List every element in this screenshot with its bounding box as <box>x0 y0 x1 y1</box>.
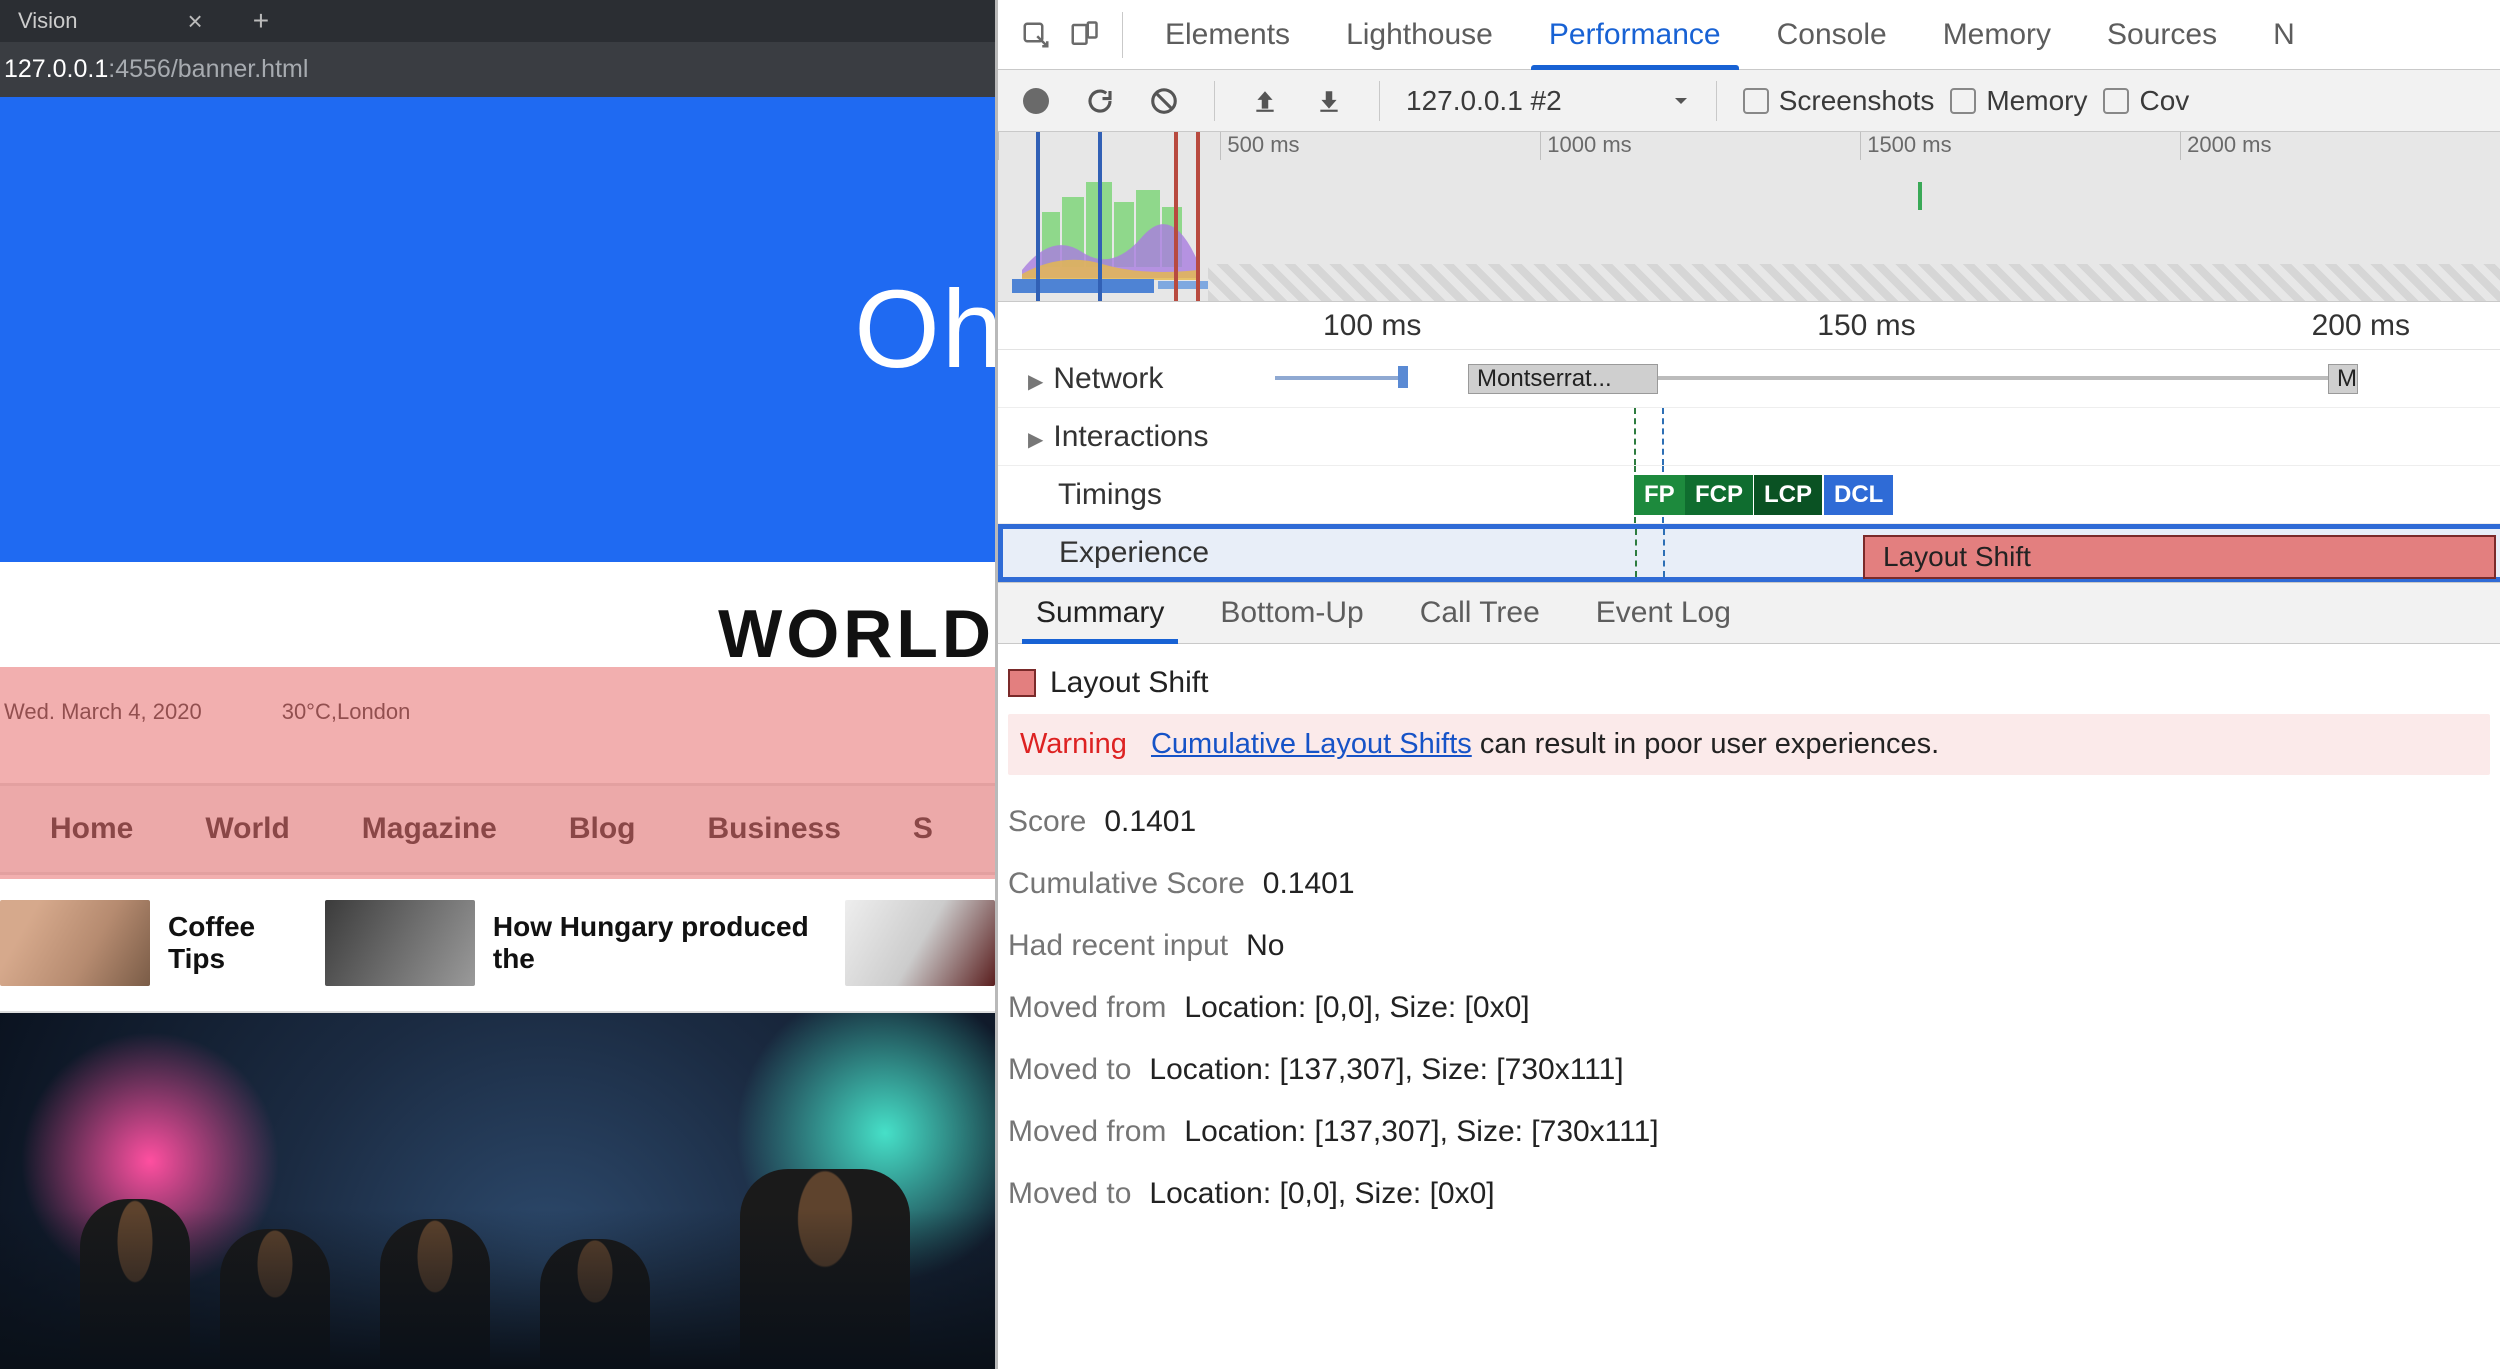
inspect-element-icon[interactable] <box>1012 11 1060 59</box>
tab-title: Vision <box>18 8 78 34</box>
address-bar[interactable]: 127.0.0.1:4556/banner.html <box>0 42 995 97</box>
page-banner: Oh <box>0 97 995 562</box>
nav-blog[interactable]: Blog <box>569 812 636 846</box>
record-icon[interactable] <box>1012 77 1060 125</box>
summary-panel: Layout Shift Warning Cumulative Layout S… <box>998 644 2500 1225</box>
tab-lighthouse[interactable]: Lighthouse <box>1318 0 1521 69</box>
download-profile-icon[interactable] <box>1305 77 1353 125</box>
screenshots-checkbox[interactable]: Screenshots <box>1743 85 1935 117</box>
timing-dcl[interactable]: DCL <box>1824 475 1893 515</box>
network-span-m[interactable]: M <box>2328 364 2358 394</box>
featured-thumb[interactable] <box>325 900 475 986</box>
tab-more[interactable]: N <box>2245 0 2323 69</box>
featured-row: Coffee Tips How Hungary produced the <box>0 875 995 1013</box>
perf-toolbar: 127.0.0.1 #2 Screenshots Memory Cov <box>998 70 2500 132</box>
tab-console[interactable]: Console <box>1749 0 1915 69</box>
url-path: :4556/banner.html <box>108 55 308 84</box>
nav-magazine[interactable]: Magazine <box>362 812 497 846</box>
cls-warning: Warning Cumulative Layout Shifts can res… <box>1008 714 2490 775</box>
layout-shift-swatch-icon <box>1008 669 1036 697</box>
browser-pane: Vision × + 127.0.0.1:4556/banner.html Oh… <box>0 0 995 1369</box>
sub-tab-eventlog[interactable]: Event Log <box>1568 583 1759 643</box>
close-tab-icon[interactable]: × <box>188 6 203 37</box>
tab-performance[interactable]: Performance <box>1521 0 1749 69</box>
devtools-pane: Elements Lighthouse Performance Console … <box>995 0 2500 1369</box>
reload-record-icon[interactable] <box>1076 77 1124 125</box>
sub-tab-calltree[interactable]: Call Tree <box>1392 583 1568 643</box>
warning-rest: can result in poor user experiences. <box>1472 728 1939 760</box>
nav-business[interactable]: Business <box>707 812 840 846</box>
track-network[interactable]: Network Montserrat... M <box>998 350 2500 408</box>
track-timings[interactable]: Timings FP FCP LCP DCL <box>998 466 2500 524</box>
clear-icon[interactable] <box>1140 77 1188 125</box>
featured-thumb[interactable] <box>845 900 995 986</box>
featured-title[interactable]: How Hungary produced the <box>493 911 827 975</box>
tab-strip: Vision × + <box>0 0 995 42</box>
upload-profile-icon[interactable] <box>1241 77 1289 125</box>
tab-memory[interactable]: Memory <box>1915 0 2079 69</box>
summary-title: Layout Shift <box>1050 666 1208 700</box>
featured-thumb[interactable] <box>0 900 150 986</box>
layout-shift-overlay-region: WORLD Wed. March 4, 2020 30°C,London Hom… <box>0 667 995 875</box>
track-interactions[interactable]: Interactions <box>998 408 2500 466</box>
network-span[interactable]: Montserrat... <box>1468 364 1658 394</box>
coverage-checkbox[interactable]: Cov <box>2103 85 2189 117</box>
hero-image <box>0 1013 995 1369</box>
overview-timeline[interactable]: 500 ms 1000 ms 1500 ms 2000 ms <box>998 132 2500 302</box>
device-toggle-icon[interactable] <box>1060 11 1108 59</box>
timing-fcp[interactable]: FCP <box>1685 475 1753 515</box>
timing-fp[interactable]: FP <box>1634 475 1685 515</box>
chevron-down-icon <box>1672 92 1690 110</box>
featured-title[interactable]: Coffee Tips <box>168 911 307 975</box>
track-experience[interactable]: Experience Layout Shift <box>998 524 2500 582</box>
nav-world[interactable]: World <box>205 812 289 846</box>
flame-ruler: 100 ms 150 ms 200 ms <box>998 302 2500 350</box>
session-select[interactable]: 127.0.0.1 #2 <box>1406 85 1690 117</box>
url-host: 127.0.0.1 <box>4 55 108 84</box>
cls-link[interactable]: Cumulative Layout Shifts <box>1151 728 1472 760</box>
timing-lcp[interactable]: LCP <box>1754 475 1822 515</box>
summary-sub-tabs: Summary Bottom-Up Call Tree Event Log <box>998 582 2500 644</box>
sub-tab-bottomup[interactable]: Bottom-Up <box>1192 583 1391 643</box>
banner-text: Oh <box>854 266 995 393</box>
nav-home[interactable]: Home <box>50 812 133 846</box>
site-nav: Home World Magazine Blog Business S <box>0 783 995 875</box>
tab-sources[interactable]: Sources <box>2079 0 2245 69</box>
nav-more[interactable]: S <box>913 812 933 846</box>
session-label: 127.0.0.1 #2 <box>1406 85 1562 117</box>
site-title: WORLD <box>718 595 995 673</box>
devtools-tabs: Elements Lighthouse Performance Console … <box>998 0 2500 70</box>
new-tab-icon[interactable]: + <box>253 5 269 37</box>
tab-elements[interactable]: Elements <box>1137 0 1318 69</box>
browser-tab[interactable]: Vision × <box>0 0 221 42</box>
memory-checkbox[interactable]: Memory <box>1950 85 2087 117</box>
sub-tab-summary[interactable]: Summary <box>1008 583 1192 643</box>
warning-label: Warning <box>1020 728 1127 760</box>
layout-shift-bar[interactable]: Layout Shift <box>1863 535 2496 579</box>
